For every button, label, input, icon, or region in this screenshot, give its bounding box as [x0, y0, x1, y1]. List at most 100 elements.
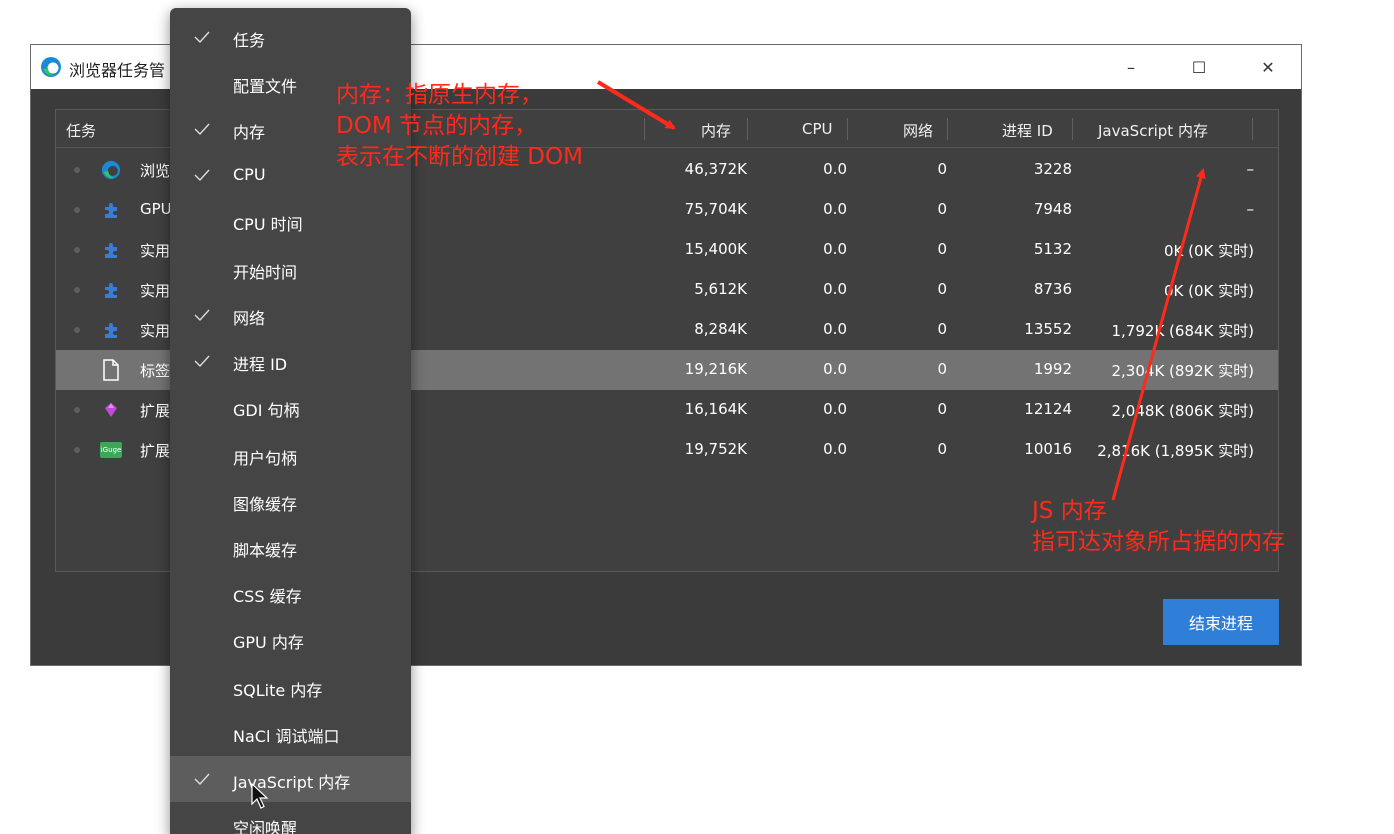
column-divider[interactable] — [847, 118, 848, 140]
network-value: 0 — [937, 360, 947, 378]
puzzle-icon — [100, 199, 122, 221]
task-name: 实用 — [140, 322, 171, 340]
column-divider[interactable] — [1072, 118, 1073, 140]
check-icon — [194, 123, 210, 136]
iguge-logo: iGuge — [100, 442, 122, 458]
annotation-line: JS 内存 — [1032, 498, 1107, 524]
menu-item-image-cache[interactable]: 图像缓存 — [170, 478, 411, 524]
cpu-value: 0.0 — [823, 240, 847, 258]
menu-item-gdi-handles[interactable]: GDI 句柄 — [170, 384, 411, 430]
maximize-button[interactable]: ☐ — [1167, 45, 1231, 89]
mouse-cursor-icon — [251, 782, 269, 809]
header-memory[interactable]: 内存 — [701, 120, 731, 141]
iguge-icon: iGuge — [100, 439, 122, 461]
memory-value: 46,372K — [684, 160, 747, 178]
menu-item-script-cache[interactable]: 脚本缓存 — [170, 524, 411, 570]
menu-item-gpu-memory[interactable]: GPU 内存 — [170, 616, 411, 662]
menu-item-user-handles[interactable]: 用户句柄 — [170, 432, 411, 478]
memory-annotation: 内存：指原生内存， DOM 节点的内存， 表示在不断的创建 DOM — [336, 80, 583, 173]
menu-item-idle-wakeups[interactable]: 空闲唤醒 — [170, 802, 411, 834]
page-icon — [100, 359, 122, 381]
pid-value: 13552 — [1024, 320, 1072, 338]
column-divider[interactable] — [747, 118, 748, 140]
network-value: 0 — [937, 320, 947, 338]
status-dot — [74, 167, 80, 173]
edge-icon — [41, 57, 61, 77]
minimize-button[interactable]: – — [1099, 45, 1163, 89]
menu-item-cpu-time[interactable]: CPU 时间 — [170, 198, 411, 244]
menu-item-css-cache[interactable]: CSS 缓存 — [170, 570, 411, 616]
check-icon — [194, 355, 210, 368]
cpu-value: 0.0 — [823, 440, 847, 458]
menu-item-label: CPU 时间 — [233, 215, 303, 234]
task-name: GPU — [140, 200, 172, 218]
menu-item-label: 任务 — [233, 31, 266, 50]
network-value: 0 — [937, 200, 947, 218]
close-button[interactable]: ✕ — [1236, 45, 1300, 89]
status-dot — [74, 207, 80, 213]
menu-item-javascript-memory[interactable]: JavaScript 内存 — [170, 756, 411, 802]
pid-value: 3228 — [1033, 160, 1072, 178]
menu-item-label: CSS 缓存 — [233, 587, 302, 606]
check-icon — [194, 773, 210, 786]
menu-item-process-id[interactable]: 进程 ID — [170, 338, 411, 384]
menu-item-label: 网络 — [233, 309, 266, 328]
js-memory-value: – — [1246, 200, 1255, 218]
pid-value: 8736 — [1033, 280, 1072, 298]
js-memory-value: – — [1246, 160, 1255, 178]
menu-item-label: NaCl 调试端口 — [233, 727, 340, 746]
menu-item-label: 内存 — [233, 123, 266, 142]
menu-item-label: 进程 ID — [233, 355, 288, 374]
status-dot — [74, 287, 80, 293]
network-value: 0 — [937, 440, 947, 458]
network-value: 0 — [937, 160, 947, 178]
pid-value: 1992 — [1033, 360, 1072, 378]
menu-item-label: GPU 内存 — [233, 633, 304, 652]
pid-value: 7948 — [1033, 200, 1072, 218]
column-divider[interactable] — [1252, 118, 1253, 140]
column-divider[interactable] — [947, 118, 948, 140]
cpu-value: 0.0 — [823, 320, 847, 338]
check-icon — [194, 309, 210, 322]
memory-value: 8,284K — [694, 320, 747, 338]
header-pid[interactable]: 进程 ID — [1002, 120, 1053, 141]
menu-item-sqlite-memory[interactable]: SQLite 内存 — [170, 664, 411, 710]
memory-value: 19,216K — [684, 360, 747, 378]
edge-icon — [100, 159, 122, 181]
pid-value: 10016 — [1024, 440, 1072, 458]
cpu-value: 0.0 — [823, 160, 847, 178]
menu-item-task[interactable]: 任务 — [170, 14, 411, 60]
menu-item-label: 图像缓存 — [233, 495, 298, 514]
js-memory-value: 2,048K (806K 实时) — [1111, 402, 1255, 420]
column-divider[interactable] — [644, 118, 645, 140]
menu-item-label: 空闲唤醒 — [233, 819, 298, 834]
annotation-line: 内存：指原生内存， — [336, 82, 543, 108]
pid-value: 12124 — [1024, 400, 1072, 418]
header-task[interactable]: 任务 — [66, 120, 96, 141]
memory-value: 5,612K — [694, 280, 747, 298]
menu-item-network[interactable]: 网络 — [170, 292, 411, 338]
menu-item-start-time[interactable]: 开始时间 — [170, 246, 411, 292]
end-process-button[interactable]: 结束进程 — [1163, 599, 1279, 645]
cpu-value: 0.0 — [823, 200, 847, 218]
menu-item-label: SQLite 内存 — [233, 681, 323, 700]
js-memory-value: 0K (0K 实时) — [1163, 282, 1254, 300]
menu-item-label: 配置文件 — [233, 77, 298, 96]
puzzle-icon — [100, 279, 122, 301]
memory-value: 75,704K — [684, 200, 747, 218]
cpu-value: 0.0 — [823, 400, 847, 418]
cpu-value: 0.0 — [823, 360, 847, 378]
network-value: 0 — [937, 240, 947, 258]
menu-item-nacl-debug-port[interactable]: NaCl 调试端口 — [170, 710, 411, 756]
header-js-memory[interactable]: JavaScript 内存 — [1098, 120, 1208, 141]
task-name: 标签 — [140, 362, 171, 380]
js-memory-annotation: JS 内存 指可达对象所占据的内存 — [1032, 496, 1285, 558]
js-memory-value: 0K (0K 实时) — [1163, 242, 1254, 260]
menu-item-label: GDI 句柄 — [233, 401, 300, 420]
header-network[interactable]: 网络 — [903, 120, 933, 141]
header-cpu[interactable]: CPU — [802, 120, 833, 138]
menu-item-label: 开始时间 — [233, 263, 298, 282]
annotation-line: DOM 节点的内存， — [336, 113, 537, 139]
status-dot — [74, 327, 80, 333]
puzzle-icon — [100, 319, 122, 341]
